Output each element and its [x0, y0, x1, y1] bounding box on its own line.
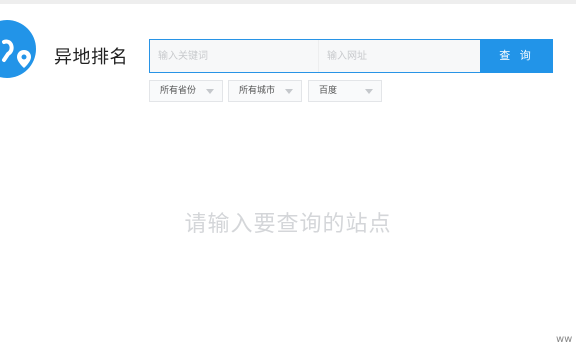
watermark: ww — [556, 334, 573, 345]
province-select-label: 所有省份 — [160, 86, 197, 96]
url-input[interactable] — [318, 40, 480, 72]
search-button[interactable]: 查 询 — [480, 39, 553, 73]
location-pin-icon — [2, 39, 31, 68]
chevron-down-icon — [365, 89, 373, 94]
engine-select[interactable]: 百度 — [308, 80, 382, 102]
search-bar: 查 询 — [149, 39, 553, 73]
chevron-down-icon — [206, 89, 214, 94]
empty-state-prompt: 请输入要查询的站点 — [184, 212, 392, 237]
chevron-down-icon — [285, 89, 293, 94]
engine-select-label: 百度 — [319, 86, 338, 96]
logo — [0, 20, 36, 78]
page-title: 异地排名 — [54, 47, 128, 68]
top-strip — [0, 0, 576, 4]
city-select-label: 所有城市 — [239, 86, 276, 96]
province-select[interactable]: 所有省份 — [149, 80, 223, 102]
keyword-input[interactable] — [150, 40, 318, 72]
city-select[interactable]: 所有城市 — [228, 80, 302, 102]
